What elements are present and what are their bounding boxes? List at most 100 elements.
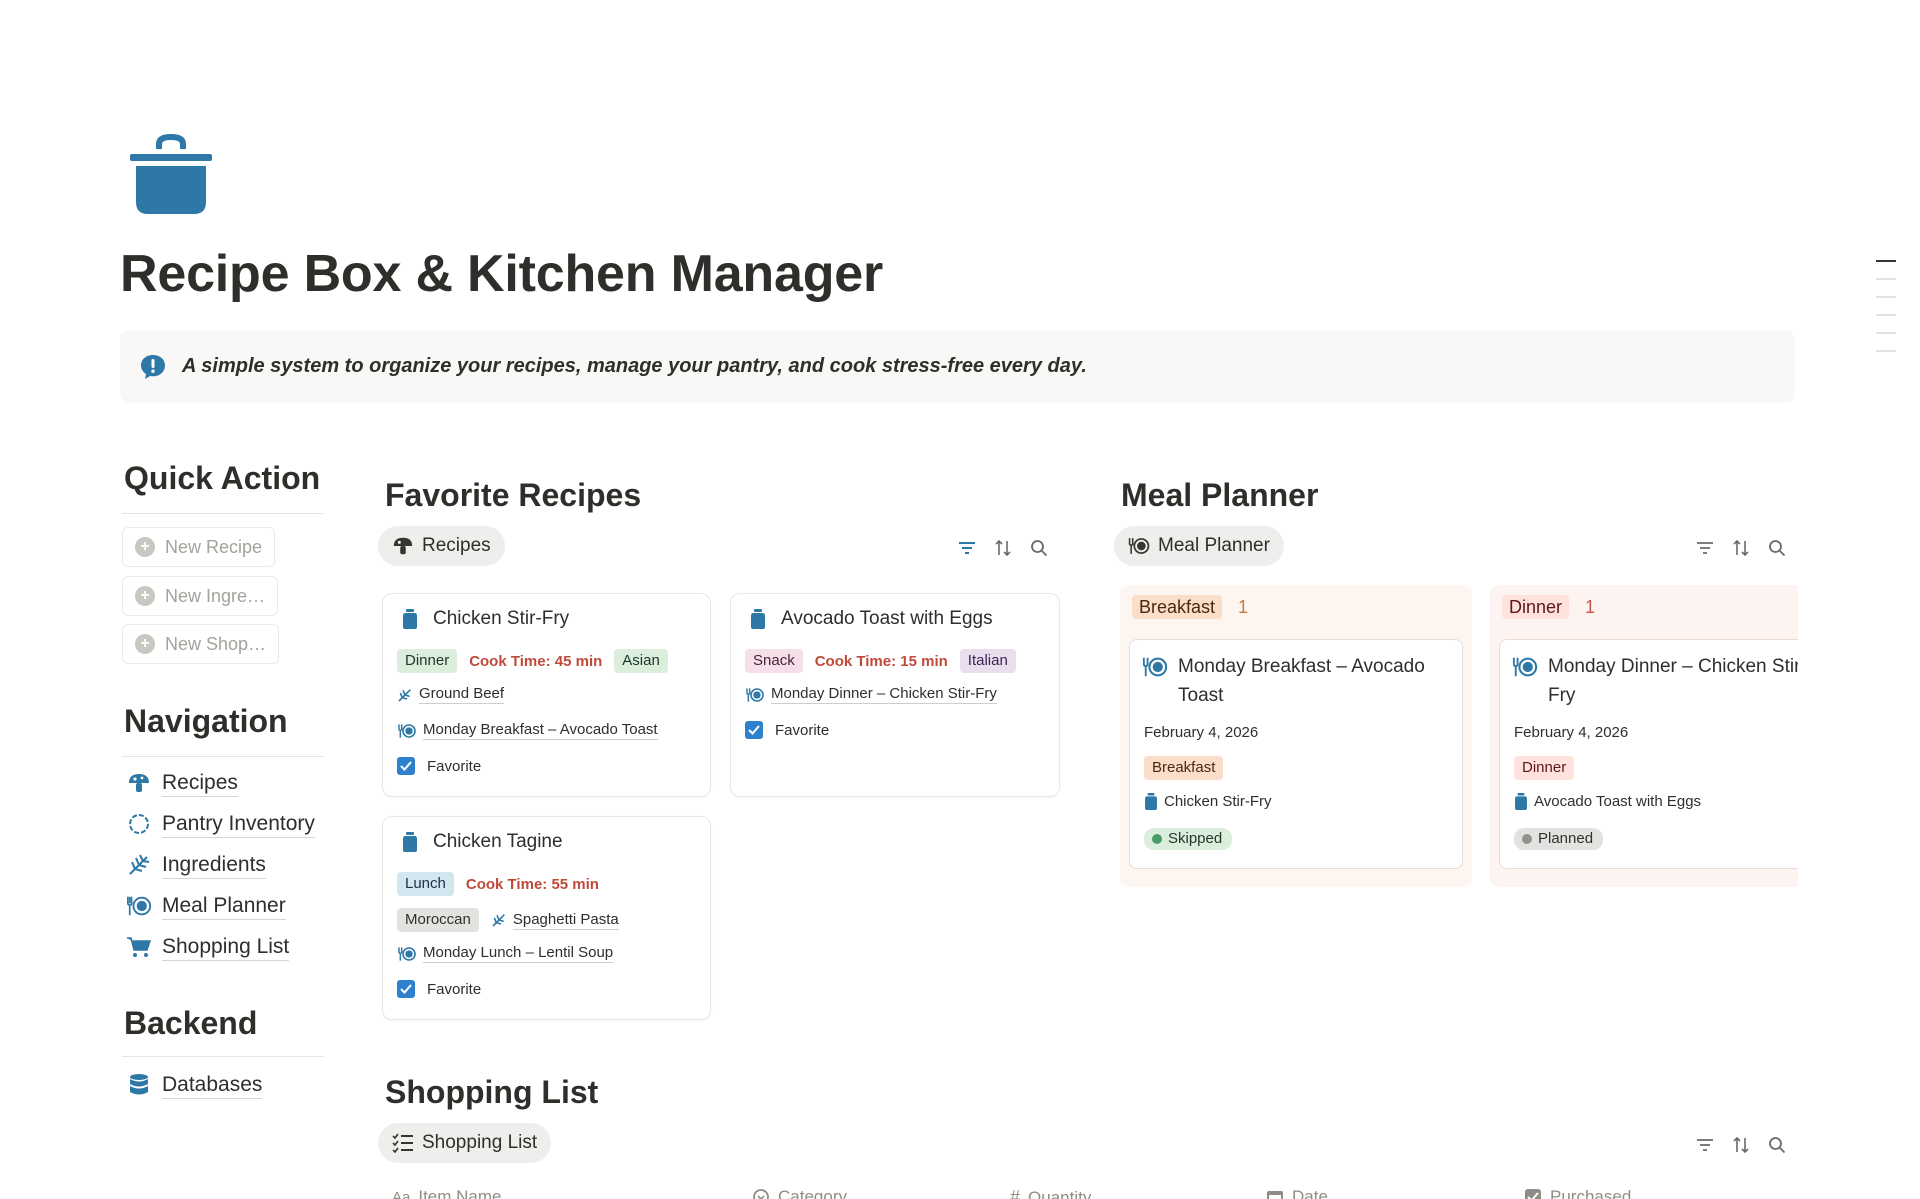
select-property-icon [753, 1189, 769, 1199]
cuisine-tag: Italian [959, 649, 1016, 673]
filter-icon[interactable] [1695, 1135, 1715, 1155]
favorite-recipes-heading: Favorite Recipes [385, 477, 642, 513]
plus-icon: + [135, 537, 155, 557]
new-recipe-button[interactable]: + New Recipe [122, 527, 276, 567]
nav-item-ingredients[interactable]: Ingredients [126, 849, 266, 881]
text-property-icon: Aa [392, 1188, 411, 1199]
meal-type-tag: Dinner [1514, 756, 1575, 780]
search-icon[interactable] [1767, 538, 1787, 558]
plus-icon: + [135, 634, 155, 654]
favorite-checkbox[interactable] [397, 980, 415, 998]
column-header-purchased[interactable]: Purchased [1524, 1187, 1631, 1199]
meal-type-tag: Breakfast [1144, 756, 1224, 780]
column-label: Breakfast [1132, 595, 1223, 619]
meal-date: February 4, 2026 [1514, 724, 1629, 741]
plate-cutlery-icon [746, 687, 764, 702]
filter-icon[interactable] [1695, 538, 1715, 558]
favorite-checkbox[interactable] [745, 721, 763, 739]
column-header-category[interactable]: Category [752, 1187, 847, 1199]
cart-icon [126, 934, 152, 960]
recipe-card[interactable]: Avocado Toast with Eggs Snack Cook Time:… [730, 593, 1060, 797]
sort-icon[interactable] [993, 538, 1013, 558]
column-count: 1 [1585, 596, 1596, 617]
search-icon[interactable] [1029, 538, 1049, 558]
callout-text: A simple system to organize your recipes… [182, 355, 1087, 377]
new-shopping-item-button[interactable]: + New Shop… [122, 624, 280, 664]
calendar-icon [1267, 1191, 1283, 1199]
table-of-contents[interactable] [1876, 260, 1896, 368]
new-ingredient-button[interactable]: + New Ingre… [122, 576, 279, 616]
plate-cutlery-icon [398, 946, 416, 961]
page-title: Recipe Box & Kitchen Manager [120, 245, 884, 303]
pantry-icon [126, 811, 152, 837]
checkbox-property-icon [1525, 1189, 1541, 1199]
meal-plan-relation[interactable]: Monday Dinner – Chicken Stir-Fry [745, 685, 997, 704]
search-icon[interactable] [1767, 1135, 1787, 1155]
nav-item-shopping-list[interactable]: Shopping List [126, 931, 290, 963]
exclamation-bubble-icon [141, 354, 165, 379]
board-column-dinner: Dinner 1 Monday Dinner – Chicken Stir-Fr… [1490, 585, 1798, 887]
checklist-icon [392, 1132, 414, 1154]
cuisine-tag: Moroccan [397, 908, 479, 932]
meal-date: February 4, 2026 [1144, 724, 1259, 741]
meal-card[interactable]: Monday Breakfast – Avocado Toast Februar… [1129, 639, 1463, 869]
cuisine-tag: Asian [614, 649, 668, 673]
database-icon [126, 1072, 152, 1098]
cook-time: Cook Time: 15 min [814, 652, 948, 670]
mushroom-icon [126, 770, 152, 796]
recipe-card[interactable]: Chicken Tagine Lunch Cook Time: 55 min M… [382, 816, 711, 1020]
column-header-date[interactable]: Date [1266, 1187, 1328, 1199]
herb-icon [398, 688, 411, 702]
callout: A simple system to organize your recipes… [120, 330, 1795, 403]
sort-icon[interactable] [1731, 538, 1751, 558]
sort-icon[interactable] [1731, 1135, 1751, 1155]
cook-time: Cook Time: 55 min [465, 875, 599, 893]
quick-action-heading: Quick Action [124, 460, 321, 496]
recipe-relation[interactable]: Chicken Stir-Fry [1144, 793, 1272, 810]
meal-type-tag: Dinner [397, 649, 458, 673]
meal-card[interactable]: Monday Dinner – Chicken Stir-Fry Februar… [1499, 639, 1798, 869]
plate-cutlery-icon [1512, 657, 1538, 677]
plus-icon: + [135, 586, 155, 606]
herb-icon [492, 914, 505, 927]
cooking-pot-icon [130, 134, 212, 214]
number-property-icon: # [1010, 1187, 1021, 1199]
meal-planner-view-tab[interactable]: Meal Planner [1114, 526, 1284, 566]
nav-item-meal-planner[interactable]: Meal Planner [126, 890, 286, 922]
meal-plan-relation[interactable]: Monday Breakfast – Avocado Toast [397, 721, 658, 740]
column-header-item-name[interactable]: Aa Item Name [392, 1187, 502, 1199]
recipe-card[interactable]: Chicken Stir-Fry Dinner Cook Time: 45 mi… [382, 593, 711, 797]
meal-type-tag: Lunch [397, 872, 454, 896]
backend-heading: Backend [124, 1005, 258, 1041]
shopping-list-view-tab[interactable]: Shopping List [378, 1123, 552, 1163]
jar-icon [747, 608, 769, 630]
navigation-heading: Navigation [124, 703, 288, 739]
nav-item-pantry-inventory[interactable]: Pantry Inventory [126, 808, 315, 840]
nav-item-databases[interactable]: Databases [126, 1069, 263, 1101]
column-header-quantity[interactable]: # Quantity [1010, 1187, 1091, 1199]
ingredient-relation[interactable]: Spaghetti Pasta [491, 911, 619, 930]
meal-plan-relation[interactable]: Monday Lunch – Lentil Soup [397, 944, 614, 963]
plate-cutlery-icon [126, 893, 152, 919]
status-badge: Planned [1514, 828, 1604, 850]
jar-icon [1515, 793, 1527, 810]
filter-icon[interactable] [957, 538, 977, 558]
board-column-breakfast: Breakfast 1 Monday Breakfast – Avocado T… [1120, 585, 1472, 887]
herb-icon [126, 852, 152, 878]
recipe-relation[interactable]: Avocado Toast with Eggs [1514, 793, 1701, 810]
column-label: Dinner [1502, 595, 1570, 619]
favorite-checkbox[interactable] [397, 757, 415, 775]
nav-item-recipes[interactable]: Recipes [126, 767, 238, 799]
ingredient-relation[interactable]: Ground Beef [397, 685, 505, 704]
meal-type-tag: Snack [745, 649, 803, 673]
jar-icon [399, 608, 421, 630]
jar-icon [399, 831, 421, 853]
shopping-list-heading: Shopping List [385, 1074, 599, 1110]
mushroom-icon [392, 535, 414, 557]
plate-cutlery-icon [398, 723, 416, 738]
meal-planner-heading: Meal Planner [1121, 477, 1319, 513]
plate-cutlery-icon [1128, 535, 1150, 557]
recipes-view-tab[interactable]: Recipes [378, 526, 505, 566]
column-count: 1 [1238, 596, 1249, 617]
status-badge: Skipped [1144, 828, 1233, 850]
